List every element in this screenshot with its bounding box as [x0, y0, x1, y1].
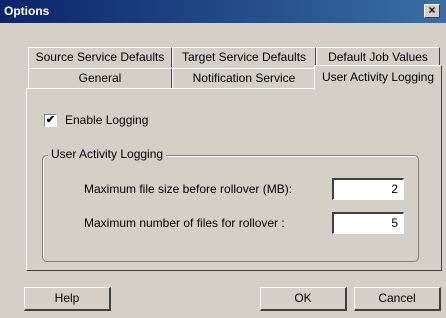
- max-file-size-input[interactable]: 2: [332, 178, 404, 200]
- help-button[interactable]: Help: [24, 287, 111, 311]
- tab-notification-service[interactable]: Notification Service: [172, 68, 316, 89]
- cancel-button[interactable]: Cancel: [354, 287, 441, 311]
- enable-logging-label[interactable]: Enable Logging: [65, 113, 148, 127]
- title-bar: Options ×: [0, 0, 446, 23]
- ok-button[interactable]: OK: [260, 287, 347, 311]
- tab-general[interactable]: General: [28, 68, 172, 89]
- tab-default-job-values[interactable]: Default Job Values: [316, 47, 440, 67]
- user-activity-logging-group: [42, 155, 419, 262]
- tab-user-activity-logging[interactable]: User Activity Logging: [314, 65, 442, 90]
- tab-target-service-defaults[interactable]: Target Service Defaults: [172, 47, 316, 67]
- max-file-size-label: Maximum file size before rollover (MB):: [84, 182, 293, 196]
- max-files-input[interactable]: 5: [332, 212, 404, 234]
- max-files-label: Maximum number of files for rollover :: [84, 216, 285, 230]
- enable-logging-checkbox[interactable]: ✔: [44, 114, 57, 127]
- close-icon[interactable]: ×: [424, 4, 440, 18]
- group-title: User Activity Logging: [48, 147, 167, 161]
- window-title: Options: [4, 4, 50, 18]
- tab-source-service-defaults[interactable]: Source Service Defaults: [28, 47, 172, 67]
